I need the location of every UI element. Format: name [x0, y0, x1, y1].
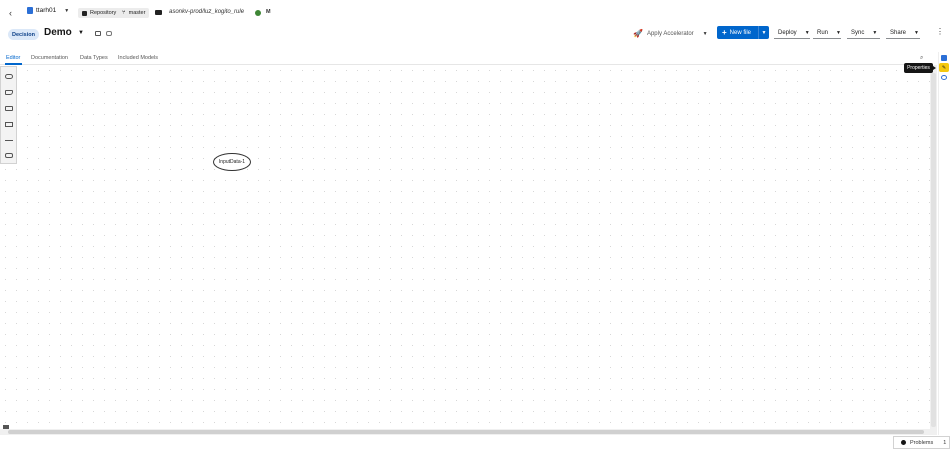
rocket-icon: 🚀 [633, 29, 643, 38]
user-icon [27, 7, 33, 14]
kebab-menu-icon[interactable]: ⋮ [936, 27, 944, 36]
branch-icon: ⑂ [122, 10, 126, 16]
folder-icon [155, 10, 162, 15]
repository-button[interactable]: Repository [78, 8, 121, 18]
input-data-icon[interactable] [5, 90, 13, 95]
run-button[interactable]: Run ▼ [813, 27, 841, 39]
chevron-down-icon: ▼ [914, 29, 919, 36]
new-file-label: New file [729, 29, 752, 36]
chevron-down-icon: ▼ [836, 29, 841, 36]
problems-count: 1 [943, 439, 947, 446]
file-header: Decision Demo ▼ 🚀 Apply Accelerator ▼ + … [0, 24, 950, 52]
search-icon[interactable]: ⌕ [920, 55, 923, 62]
modified-flag: M [266, 9, 271, 15]
sync-button[interactable]: Sync ▼ [847, 27, 880, 39]
repository-icon [82, 10, 87, 16]
tab-included-models[interactable]: Included Models [118, 55, 158, 61]
kind-badge: Decision [8, 29, 39, 40]
branch-label: master [128, 10, 146, 16]
node-label: InputData-1 [218, 159, 246, 165]
file-title[interactable]: Demo [44, 27, 72, 38]
repository-label: Repository [90, 10, 117, 16]
sync-label: Sync [851, 29, 865, 36]
properties-icon[interactable]: ✎ [939, 63, 949, 72]
node-palette [0, 66, 17, 164]
diagram-canvas[interactable] [0, 65, 930, 429]
chevron-down-icon: ▼ [702, 30, 708, 37]
run-label: Run [817, 29, 829, 36]
decision-icon[interactable] [5, 74, 13, 79]
problems-label: Problems [910, 439, 934, 446]
properties-tooltip: Properties [904, 63, 936, 73]
knowledge-source-icon[interactable] [5, 106, 13, 111]
chevron-down-icon: ▼ [804, 29, 810, 36]
navigator-icon[interactable] [941, 55, 947, 61]
deploy-label: Deploy [778, 29, 797, 36]
tab-data-types[interactable]: Data Types [80, 55, 108, 61]
apply-accelerator-button[interactable]: 🚀 Apply Accelerator ▼ [633, 29, 708, 38]
text-annotation-icon[interactable] [5, 153, 13, 158]
user-selector[interactable]: ttarh01 ▼ [27, 7, 69, 14]
chevron-down-icon: ▼ [872, 29, 878, 36]
tab-editor[interactable]: Editor [6, 55, 20, 61]
decision-service-icon[interactable] [5, 140, 13, 141]
user-name: ttarh01 [36, 7, 57, 14]
back-icon[interactable]: ‹ [9, 8, 12, 18]
workspace-path[interactable]: asonkv-prod/luz_kogito_rule [169, 9, 244, 15]
preview-icon[interactable] [941, 75, 947, 80]
problems-icon [901, 440, 906, 445]
tab-documentation[interactable]: Documentation [31, 55, 68, 61]
share-label: Share [890, 29, 907, 36]
new-file-button[interactable]: + New file ▼ [717, 26, 769, 39]
apply-accelerator-label: Apply Accelerator [646, 30, 694, 37]
problems-button[interactable]: Problems 1 [893, 436, 950, 449]
title-dropdown-icon[interactable]: ▼ [78, 30, 84, 36]
check-circle-icon [255, 10, 261, 16]
minimap-icon[interactable] [3, 425, 9, 429]
editor-tabs: Editor Documentation Data Types Included… [0, 52, 930, 65]
right-rail [938, 52, 950, 435]
business-knowledge-icon[interactable] [5, 122, 13, 127]
branch-button[interactable]: ⑂ master [118, 8, 150, 18]
scroll-thumb[interactable] [931, 73, 936, 427]
horizontal-scrollbar[interactable] [0, 429, 930, 435]
link-icon[interactable] [106, 31, 112, 36]
share-button[interactable]: Share ▼ [886, 27, 920, 39]
scroll-thumb[interactable] [8, 430, 924, 434]
new-file-dropdown-icon[interactable]: ▼ [758, 26, 769, 39]
input-data-node[interactable]: InputData-1 [213, 153, 251, 171]
monitor-icon[interactable] [95, 31, 101, 36]
plus-icon: + [722, 28, 727, 37]
chevron-down-icon: ▼ [64, 7, 70, 14]
deploy-button[interactable]: Deploy ▼ [774, 27, 810, 39]
vertical-scrollbar[interactable] [930, 65, 937, 435]
